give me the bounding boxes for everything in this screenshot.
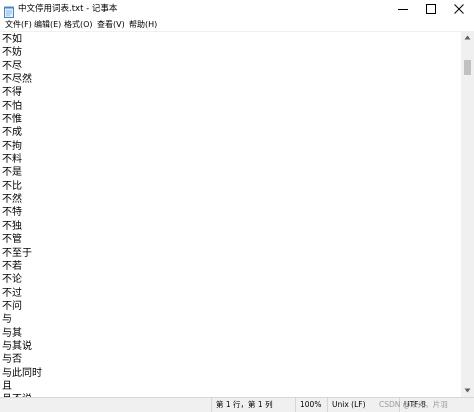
watermark: CSDN @未光，片羽 — [379, 400, 448, 409]
text-line: 不过 — [2, 287, 22, 299]
text-line: 不是 — [2, 167, 22, 179]
text-line: 不尽 — [2, 60, 22, 72]
close-button[interactable] — [445, 0, 473, 18]
window-title: 中文停用词表.txt - 记事本 — [18, 4, 118, 14]
menu-format[interactable]: 格式(O) — [64, 19, 93, 30]
text-line: 不得 — [2, 87, 22, 99]
menu-file[interactable]: 文件(F) — [5, 19, 32, 30]
scroll-thumb[interactable] — [464, 60, 471, 75]
text-line: 不然 — [2, 194, 22, 206]
text-lines: 不如不妨 不尽不尽然 不得 不怕不惟 不成 不拘不料 不是 不比不然 不特 不独不管 不至于 不若不论… — [2, 33, 42, 398]
minimize-icon — [398, 9, 408, 10]
text-line: 不料 — [2, 154, 22, 166]
text-line: 与否 — [2, 354, 22, 366]
maximize-button[interactable] — [417, 0, 445, 18]
title-bar[interactable]: 中文停用词表.txt - 记事本 — [0, 0, 474, 18]
text-line: 不妨 — [2, 47, 22, 59]
text-line: 不问 — [2, 300, 22, 312]
text-line: 不拘 — [2, 140, 22, 152]
notepad-icon[interactable] — [4, 3, 14, 18]
text-line: 不尽然 — [2, 74, 32, 86]
close-icon — [454, 4, 464, 14]
text-line: 且 — [2, 380, 12, 392]
text-line: 不惟 — [2, 114, 22, 126]
notepad-window: 中文停用词表.txt - 记事本 文件(F) 编辑(E) 格式(O) 查看(V)… — [0, 0, 474, 412]
text-line: 与 — [2, 314, 12, 326]
text-line: 不管 — [2, 234, 22, 246]
text-line: 不论 — [2, 274, 22, 286]
minimize-button[interactable] — [389, 0, 417, 18]
cursor-position: 第 1 行，第 1 列 — [211, 398, 295, 412]
status-bar: 第 1 行，第 1 列 100% Unix (LF) UTF-8 CSDN @未… — [0, 397, 474, 412]
arrow-down-icon — [464, 388, 471, 393]
text-line: 与其 — [2, 327, 22, 339]
menu-edit[interactable]: 编辑(E) — [34, 19, 61, 30]
text-line: 与其说 — [2, 340, 32, 352]
text-line: 不若 — [2, 260, 22, 272]
text-line: 不至于 — [2, 247, 32, 259]
text-line: 不成 — [2, 127, 22, 139]
text-line: 不如 — [2, 34, 22, 45]
text-line: 与此同时 — [2, 367, 42, 379]
text-line: 不怕 — [2, 100, 22, 112]
maximize-icon — [426, 4, 436, 14]
text-line: 不独 — [2, 220, 22, 232]
text-line: 不比 — [2, 180, 22, 192]
arrow-up-icon — [464, 35, 471, 40]
menu-help[interactable]: 帮助(H) — [129, 19, 157, 30]
resize-grip-icon[interactable] — [465, 403, 473, 411]
scroll-up-button[interactable] — [461, 31, 474, 44]
text-editor[interactable]: 不如不妨 不尽不尽然 不得 不怕不惟 不成 不拘不料 不是 不比不然 不特 不独不管 不至于 不若不论… — [0, 31, 461, 398]
scroll-down-button[interactable] — [461, 384, 474, 397]
menu-bar: 文件(F) 编辑(E) 格式(O) 查看(V) 帮助(H) — [0, 18, 474, 31]
menu-view[interactable]: 查看(V) — [97, 19, 125, 30]
zoom-level: 100% — [295, 398, 327, 412]
vertical-scrollbar[interactable] — [461, 31, 474, 397]
text-line: 不特 — [2, 207, 22, 219]
